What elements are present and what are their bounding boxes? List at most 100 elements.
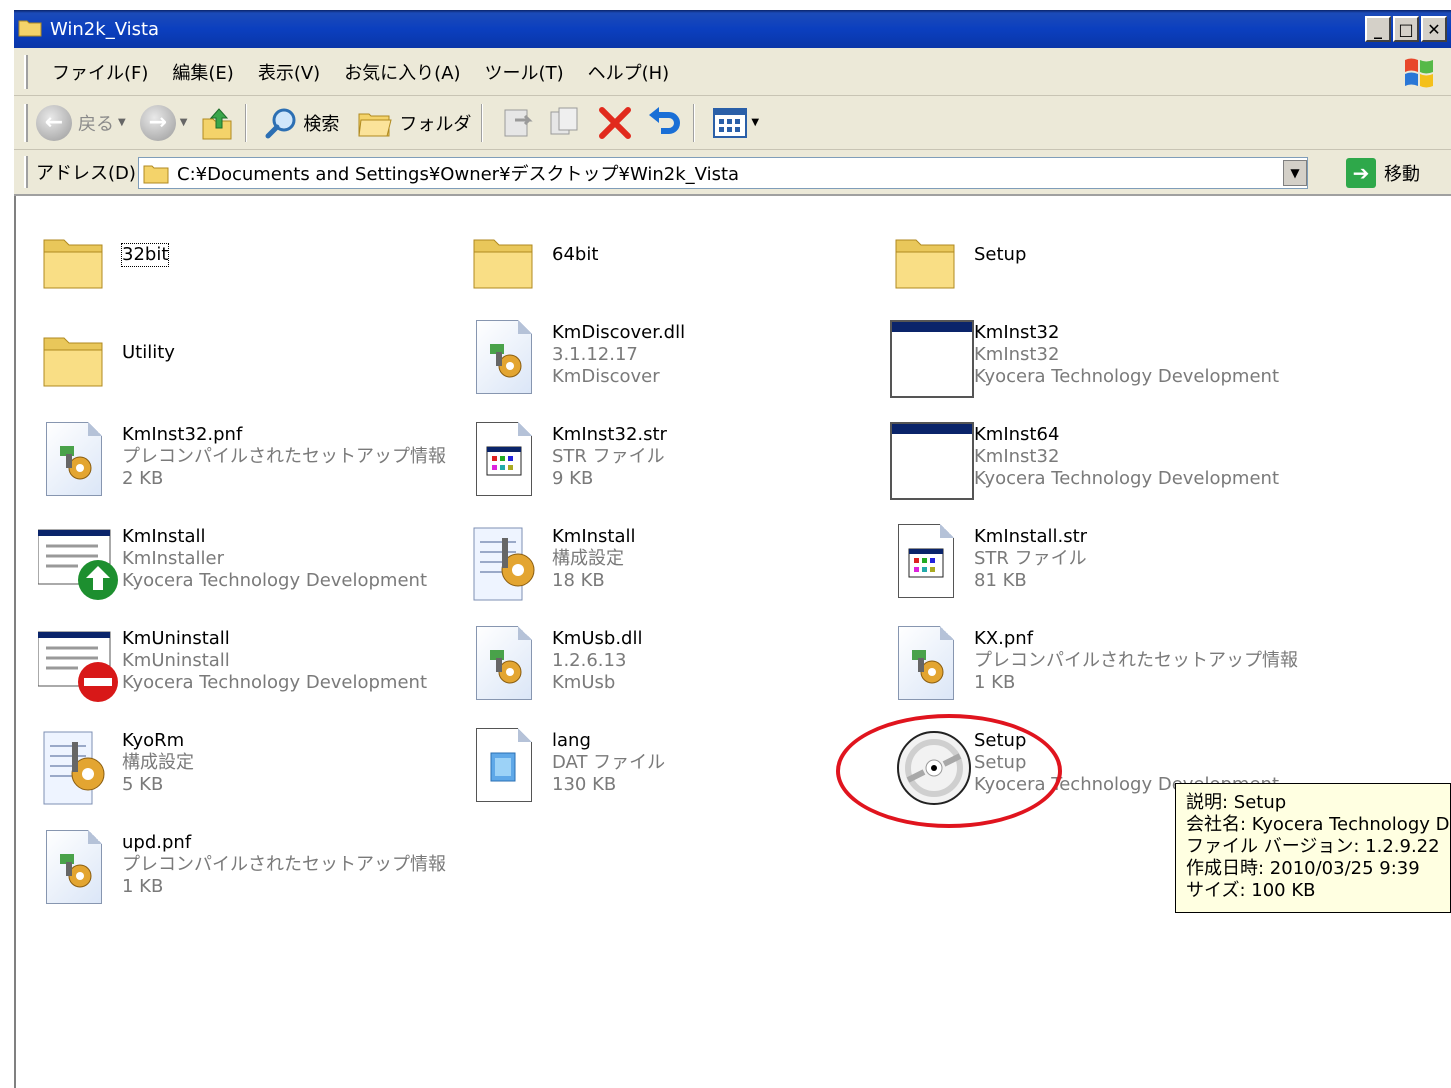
tooltip-version: ファイル バージョン: 1.2.9.22 — [1186, 836, 1440, 857]
up-folder-icon — [202, 107, 232, 139]
file-text: KmInst64 KmInst32 Kyocera Technology Devel… — [974, 424, 1279, 490]
chevron-down-icon[interactable]: ▼ — [118, 117, 126, 128]
file-item[interactable]: KmInstall 構成設定 18 KB — [468, 520, 636, 606]
file-detail: プレコンパイルされたセットアップ情報 — [122, 854, 446, 875]
setup-info-icon — [38, 418, 112, 504]
application-icon — [890, 316, 974, 402]
back-label: 戻る — [78, 113, 114, 135]
window-title: Win2k_Vista — [50, 18, 160, 40]
file-detail: STR ファイル — [974, 548, 1087, 569]
copy-to-button[interactable] — [549, 106, 583, 140]
file-detail: STR ファイル — [552, 446, 665, 467]
file-item[interactable]: KmInst32 KmInst32 Kyocera Technology Devel… — [890, 316, 1279, 402]
file-item[interactable]: KmInst32.str STR ファイル 9 KB — [468, 418, 667, 504]
file-text: KmUninstall KmUninstall Kyocera Technology… — [122, 628, 427, 694]
file-name: KmDiscover.dll — [552, 322, 686, 343]
file-name: KX.pnf — [974, 628, 1034, 649]
move-to-icon — [504, 109, 534, 136]
file-item[interactable]: KmUsb.dll 1.2.6.13 KmUsb — [468, 622, 642, 708]
undo-button[interactable] — [647, 105, 683, 141]
menu-file[interactable]: ファイル(F) — [52, 59, 148, 85]
file-detail: KmInst32 — [974, 344, 1060, 365]
file-item[interactable]: KmInst64 KmInst32 Kyocera Technology Devel… — [890, 418, 1279, 504]
application-icon — [890, 418, 974, 504]
file-detail: Kyocera Technology Development — [974, 468, 1280, 489]
toolbar-grip — [24, 103, 28, 142]
highlight-annotation — [836, 714, 1062, 828]
file-detail: Kyocera Technology Development — [122, 570, 428, 591]
file-item[interactable]: upd.pnf プレコンパイルされたセットアップ情報 1 KB — [38, 826, 446, 912]
config-icon — [38, 724, 112, 810]
file-tooltip: 説明: Setup 会社名: Kyocera Technology Develo… — [1175, 783, 1451, 913]
move-to-button[interactable] — [501, 106, 535, 140]
file-item[interactable]: lang DAT ファイル 130 KB — [468, 724, 665, 810]
str-file-icon — [468, 418, 542, 504]
folders-button[interactable]: フォルダ — [357, 108, 471, 138]
file-detail: 130 KB — [552, 774, 617, 795]
chevron-down-icon[interactable]: ▼ — [180, 117, 188, 128]
address-dropdown-button[interactable]: ▼ — [1283, 160, 1307, 186]
file-item[interactable]: 32bit — [38, 218, 170, 304]
file-item[interactable]: KmDiscover.dll 3.1.12.17 KmDiscover — [468, 316, 685, 402]
file-item[interactable]: KX.pnf プレコンパイルされたセットアップ情報 1 KB — [890, 622, 1298, 708]
file-name: 32bit — [120, 243, 170, 267]
setup-info-icon — [38, 826, 112, 912]
address-grip — [24, 156, 28, 188]
file-detail: DAT ファイル — [552, 752, 666, 773]
tooltip-size: サイズ: 100 KB — [1186, 880, 1316, 901]
menu-grip — [24, 54, 28, 89]
address-input[interactable]: C:¥Documents and Settings¥Owner¥デスクトップ¥W… — [138, 157, 1308, 189]
file-detail: 1 KB — [974, 672, 1016, 693]
forward-button[interactable]: → ▼ — [139, 104, 188, 141]
file-detail: 構成設定 — [552, 548, 624, 569]
tooltip-created: 作成日時: 2010/03/25 9:39 — [1186, 858, 1420, 879]
back-arrow-icon: ← — [36, 104, 72, 141]
setup-info-icon — [890, 622, 964, 708]
back-button[interactable]: ← 戻る ▼ — [36, 104, 126, 141]
file-detail: 18 KB — [552, 570, 605, 591]
file-item[interactable]: Utility — [38, 316, 175, 402]
menu-bar: ファイル(F) 編集(E) 表示(V) お気に入り(A) ツール(T) ヘルプ(… — [14, 48, 1451, 96]
file-item[interactable]: KmInstall KmInstaller Kyocera Technology D… — [38, 520, 427, 606]
file-text: KmUsb.dll 1.2.6.13 KmUsb — [552, 628, 642, 694]
close-button[interactable]: ✕ — [1421, 16, 1447, 42]
file-detail: KmUninstall — [122, 650, 230, 671]
file-item[interactable]: KmInst32.pnf プレコンパイルされたセットアップ情報 2 KB — [38, 418, 446, 504]
menu-edit[interactable]: 編集(E) — [172, 59, 233, 85]
search-button[interactable]: 検索 — [265, 107, 339, 139]
tooltip-description: 説明: Setup — [1186, 792, 1287, 813]
menu-tools[interactable]: ツール(T) — [485, 59, 564, 85]
delete-icon — [599, 106, 632, 139]
go-arrow-icon: ➔ — [1346, 158, 1376, 188]
menu-view[interactable]: 表示(V) — [258, 59, 320, 85]
file-text: Utility — [122, 342, 175, 364]
file-detail: 構成設定 — [122, 752, 194, 773]
file-detail: プレコンパイルされたセットアップ情報 — [122, 446, 446, 467]
minimize-button[interactable]: _ — [1365, 16, 1391, 42]
file-detail: 9 KB — [552, 468, 594, 489]
file-text: KmInstall.str STR ファイル 81 KB — [974, 526, 1087, 592]
file-name: KmInst32.pnf — [122, 424, 243, 445]
file-text: upd.pnf プレコンパイルされたセットアップ情報 1 KB — [122, 832, 446, 898]
installer-icon — [38, 520, 118, 606]
file-item[interactable]: KmInstall.str STR ファイル 81 KB — [890, 520, 1087, 606]
go-button[interactable]: ➔ 移動 — [1346, 158, 1420, 188]
file-item[interactable]: Setup — [890, 218, 1026, 304]
folder-icon — [890, 218, 964, 304]
up-folder-button[interactable] — [201, 105, 235, 141]
chevron-down-icon[interactable]: ▼ — [751, 117, 759, 128]
file-name: 64bit — [552, 244, 599, 265]
file-item[interactable]: KmUninstall KmUninstall Kyocera Technology… — [38, 622, 427, 708]
delete-button[interactable] — [597, 105, 633, 141]
file-text: 32bit — [120, 243, 170, 267]
windows-logo-icon — [1405, 58, 1433, 88]
file-name: KyoRm — [122, 730, 185, 751]
maximize-button[interactable]: □ — [1393, 16, 1419, 42]
menu-favorites[interactable]: お気に入り(A) — [344, 59, 460, 85]
views-button[interactable]: ▼ — [713, 107, 759, 138]
menu-help[interactable]: ヘルプ(H) — [588, 59, 670, 85]
file-item[interactable]: KyoRm 構成設定 5 KB — [38, 724, 194, 810]
file-detail: KmInst32 — [974, 446, 1060, 467]
file-detail: Kyocera Technology Development — [122, 672, 428, 693]
file-item[interactable]: 64bit — [468, 218, 598, 304]
